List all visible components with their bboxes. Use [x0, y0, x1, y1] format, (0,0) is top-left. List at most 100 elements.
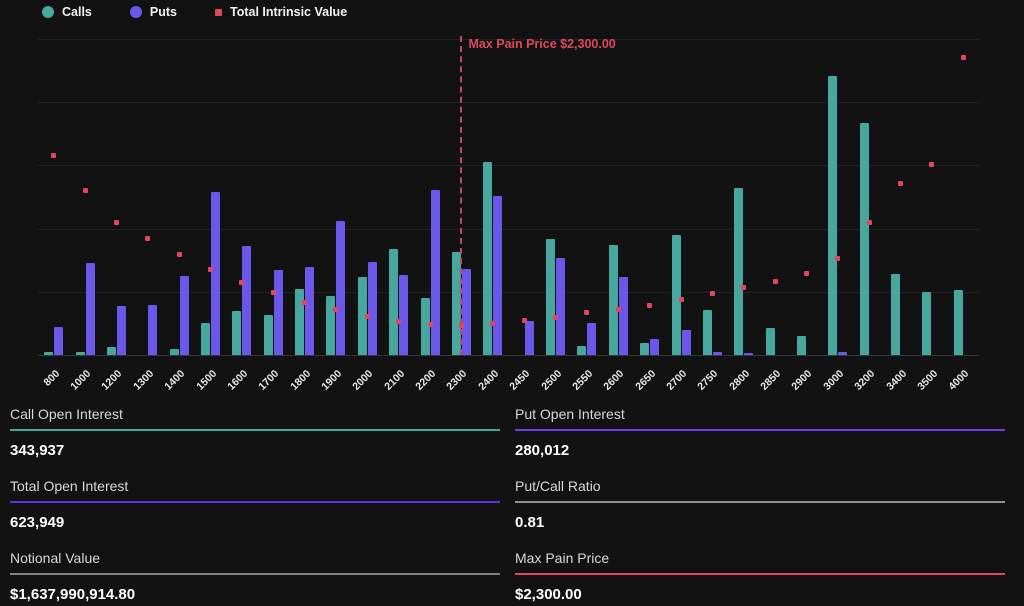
call-bar-1000[interactable] [76, 352, 85, 355]
put-bar-2600[interactable] [619, 277, 628, 355]
intrinsic-value-dot-4000[interactable] [961, 55, 966, 60]
call-bar-2500[interactable] [546, 239, 555, 355]
call-bar-2400[interactable] [483, 162, 492, 355]
put-bar-1500[interactable] [211, 192, 220, 355]
intrinsic-value-dot-2850[interactable] [773, 279, 778, 284]
intrinsic-value-dot-2100[interactable] [396, 319, 401, 324]
put-bar-1200[interactable] [117, 306, 126, 355]
call-bar-1200[interactable] [107, 347, 116, 355]
put-bar-1600[interactable] [242, 246, 251, 355]
stat-label: Call Open Interest [10, 406, 500, 422]
put-bar-3000[interactable] [838, 352, 847, 355]
bar-group-1400 [163, 39, 194, 355]
intrinsic-value-dot-2600[interactable] [616, 307, 621, 312]
intrinsic-value-dot-2450[interactable] [522, 318, 527, 323]
call-bar-1900[interactable] [326, 296, 335, 355]
put-bar-2550[interactable] [587, 323, 596, 355]
put-bar-800[interactable] [54, 327, 63, 355]
intrinsic-value-dot-3000[interactable] [835, 256, 840, 261]
call-bar-2600[interactable] [609, 245, 618, 355]
call-bar-2100[interactable] [389, 249, 398, 355]
intrinsic-value-dot-2400[interactable] [490, 321, 495, 326]
call-bar-1400[interactable] [170, 349, 179, 355]
put-bar-1000[interactable] [86, 263, 95, 355]
intrinsic-value-dot-800[interactable] [51, 153, 56, 158]
call-bar-1700[interactable] [264, 315, 273, 355]
bar-group-2850 [759, 39, 790, 355]
legend-item-puts[interactable]: Puts [130, 5, 177, 19]
call-bar-1600[interactable] [232, 311, 241, 355]
intrinsic-value-dot-1000[interactable] [83, 188, 88, 193]
call-bar-3400[interactable] [891, 274, 900, 355]
put-bar-2800[interactable] [744, 353, 753, 355]
legend-item-total-intrinsic-value[interactable]: Total Intrinsic Value [215, 5, 347, 19]
intrinsic-value-dot-1400[interactable] [177, 252, 182, 257]
put-bar-1800[interactable] [305, 267, 314, 355]
intrinsic-value-dot-1900[interactable] [333, 307, 338, 312]
legend-item-calls[interactable]: Calls [42, 5, 92, 19]
call-bar-3200[interactable] [860, 123, 869, 355]
intrinsic-value-dot-2750[interactable] [710, 291, 715, 296]
intrinsic-value-dot-3400[interactable] [898, 181, 903, 186]
max-pain-annotation: Max Pain Price $2,300.00 [468, 37, 615, 51]
put-bar-1900[interactable] [336, 221, 345, 355]
intrinsic-value-dot-1200[interactable] [114, 220, 119, 225]
call-bar-2700[interactable] [672, 235, 681, 355]
call-bar-3500[interactable] [922, 292, 931, 355]
call-bar-2750[interactable] [703, 310, 712, 355]
put-bar-2650[interactable] [650, 339, 659, 355]
intrinsic-value-dot-1500[interactable] [208, 267, 213, 272]
put-bar-2450[interactable] [525, 321, 534, 355]
put-bar-1400[interactable] [180, 276, 189, 355]
put-bar-2750[interactable] [713, 352, 722, 355]
x-axis-tick-3200: 3200 [852, 368, 877, 393]
intrinsic-value-dot-1600[interactable] [239, 280, 244, 285]
stat-underline [10, 429, 500, 431]
legend-label: Total Intrinsic Value [230, 5, 347, 19]
put-bar-2200[interactable] [431, 190, 440, 355]
bar-group-2500 [540, 39, 571, 355]
call-bar-3000[interactable] [828, 76, 837, 355]
x-axis-tick-1800: 1800 [288, 368, 313, 393]
put-bar-2400[interactable] [493, 196, 502, 355]
stat-value: $2,300.00 [515, 586, 1005, 603]
put-bar-2000[interactable] [368, 262, 377, 355]
bar-group-4000 [948, 39, 979, 355]
call-bar-4000[interactable] [954, 290, 963, 355]
stat-underline [515, 573, 1005, 575]
bar-group-2200 [414, 39, 445, 355]
intrinsic-value-dot-3200[interactable] [867, 220, 872, 225]
x-axis-tick-800: 800 [41, 368, 62, 389]
intrinsic-value-dot-2650[interactable] [647, 303, 652, 308]
call-bar-2850[interactable] [766, 328, 775, 355]
stat-label: Total Open Interest [10, 478, 500, 494]
intrinsic-value-dot-1800[interactable] [302, 300, 307, 305]
intrinsic-value-dot-2900[interactable] [804, 271, 809, 276]
intrinsic-value-dot-2550[interactable] [584, 310, 589, 315]
call-bar-2650[interactable] [640, 343, 649, 355]
put-bar-2100[interactable] [399, 275, 408, 355]
intrinsic-value-dot-2200[interactable] [428, 322, 433, 327]
x-axis-tick-1600: 1600 [225, 368, 250, 393]
put-bar-2300[interactable] [462, 269, 471, 355]
put-bar-2500[interactable] [556, 258, 565, 355]
call-bar-1500[interactable] [201, 323, 210, 355]
intrinsic-value-dot-1700[interactable] [271, 290, 276, 295]
call-bar-2800[interactable] [734, 188, 743, 355]
put-bar-2700[interactable] [682, 330, 691, 355]
intrinsic-value-dot-2500[interactable] [553, 315, 558, 320]
call-bar-800[interactable] [44, 352, 53, 355]
put-bar-1300[interactable] [148, 305, 157, 355]
intrinsic-value-dot-1300[interactable] [145, 236, 150, 241]
x-axis-tick-1400: 1400 [162, 368, 187, 393]
put-bar-1700[interactable] [274, 270, 283, 355]
intrinsic-value-dot-3500[interactable] [929, 162, 934, 167]
bar-group-2450 [509, 39, 540, 355]
plot-area: 0010k100M20k200M30k300M40k400M50k500M800… [38, 40, 979, 356]
intrinsic-value-dot-2700[interactable] [679, 297, 684, 302]
call-bar-2550[interactable] [577, 346, 586, 355]
summary-stats: Call Open Interest343,937Put Open Intere… [0, 400, 1024, 606]
intrinsic-value-dot-2800[interactable] [741, 285, 746, 290]
intrinsic-value-dot-2000[interactable] [365, 314, 370, 319]
call-bar-2900[interactable] [797, 336, 806, 355]
